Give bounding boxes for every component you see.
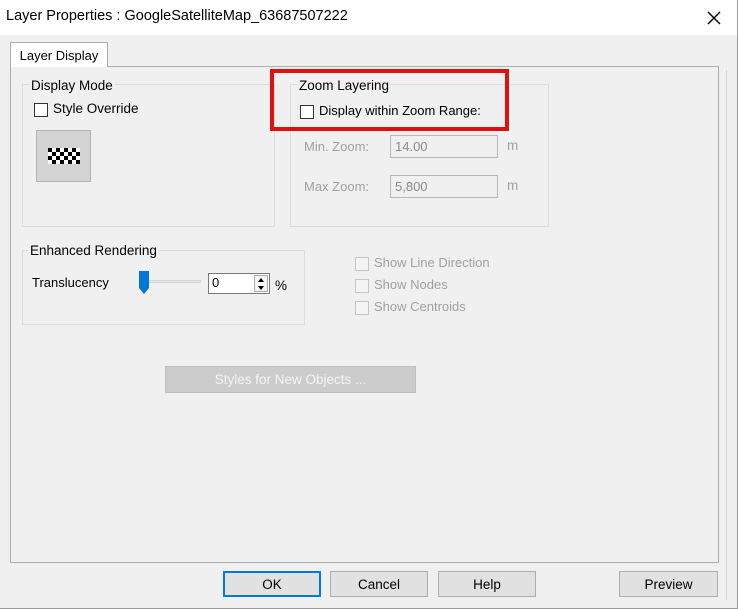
styles-for-new-objects-button[interactable]: Styles for New Objects ... <box>165 366 416 393</box>
show-line-direction-label: Show Line Direction <box>374 255 490 270</box>
show-centroids-label: Show Centroids <box>374 299 466 314</box>
display-mode-title: Display Mode <box>29 78 115 93</box>
show-line-direction-checkbox[interactable] <box>355 257 369 271</box>
min-zoom-unit: m <box>507 138 519 153</box>
max-zoom-unit: m <box>507 178 519 193</box>
style-preview-button[interactable] <box>36 130 91 182</box>
translucency-slider[interactable] <box>137 271 203 295</box>
title-bar: Layer Properties : GoogleSatelliteMap_63… <box>0 0 738 35</box>
spin-down-icon[interactable] <box>255 284 267 292</box>
min-zoom-label: Min. Zoom: <box>304 139 370 154</box>
close-icon <box>707 11 721 24</box>
close-button[interactable] <box>690 0 738 35</box>
window-title: Layer Properties : GoogleSatelliteMap_63… <box>6 8 348 24</box>
translucency-value: 0 <box>212 275 220 290</box>
show-centroids-checkbox[interactable] <box>355 301 369 315</box>
show-nodes-label: Show Nodes <box>374 277 448 292</box>
max-zoom-input[interactable]: 5,800 <box>390 175 498 198</box>
slider-thumb[interactable] <box>138 271 150 295</box>
max-zoom-label: Max Zoom: <box>304 179 370 194</box>
highlight-annotation <box>270 69 509 131</box>
translucency-label: Translucency <box>32 275 109 290</box>
help-button[interactable]: Help <box>438 571 536 597</box>
cancel-button[interactable]: Cancel <box>330 571 428 597</box>
checker-pattern-icon <box>48 148 80 164</box>
translucency-spinbox[interactable]: 0 <box>208 273 270 294</box>
tab-layer-display[interactable]: Layer Display <box>10 42 108 67</box>
spin-buttons <box>254 275 268 292</box>
show-nodes-checkbox[interactable] <box>355 279 369 293</box>
spin-up-icon[interactable] <box>255 276 267 284</box>
min-zoom-input[interactable]: 14.00 <box>390 135 498 158</box>
enhanced-rendering-title: Enhanced Rendering <box>28 243 159 258</box>
style-override-label: Style Override <box>53 101 139 116</box>
ok-button[interactable]: OK <box>223 571 321 597</box>
translucency-unit: % <box>275 278 288 293</box>
style-override-checkbox[interactable] <box>34 103 48 117</box>
window-edge <box>726 70 734 600</box>
preview-button[interactable]: Preview <box>619 571 718 597</box>
